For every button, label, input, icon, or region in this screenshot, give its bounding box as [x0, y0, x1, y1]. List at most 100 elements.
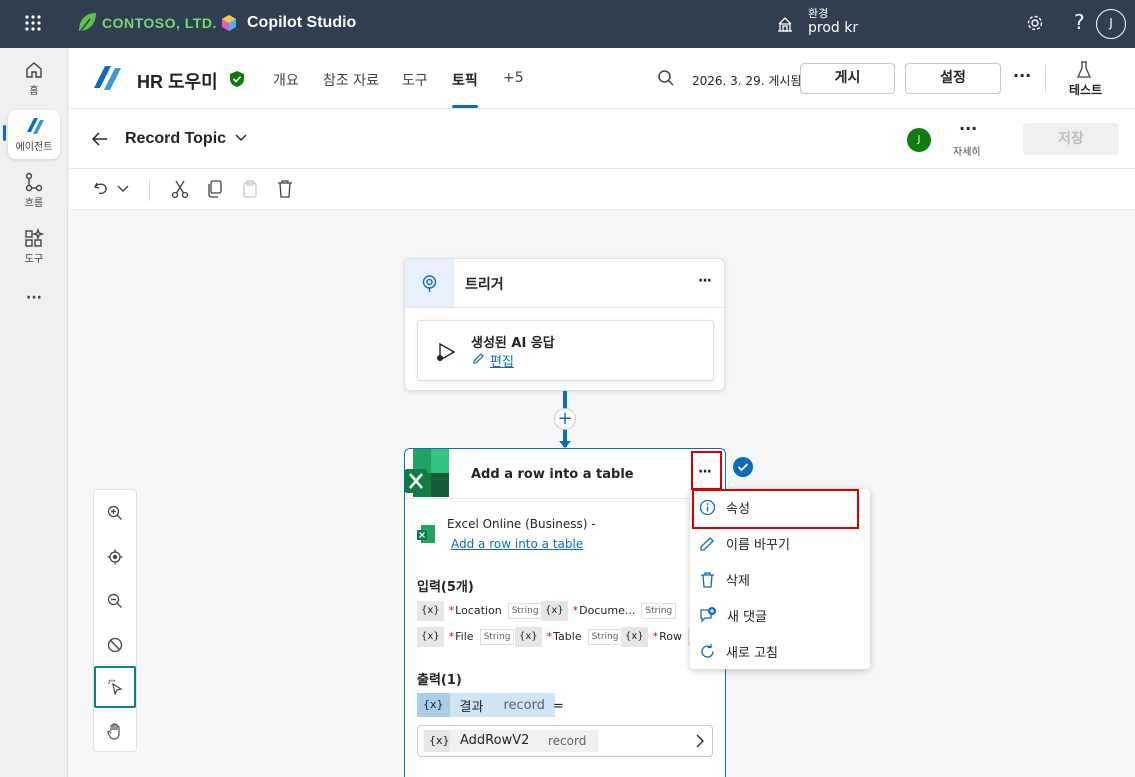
- details-label[interactable]: 자세히: [953, 143, 981, 158]
- minimap-toggle-button[interactable]: [94, 624, 136, 666]
- add-node-icon[interactable]: +: [554, 408, 576, 430]
- input-name: Docume...: [579, 604, 636, 617]
- validated-check-icon: [733, 457, 753, 477]
- output-value-field[interactable]: {x} AddRowV2 record: [417, 725, 713, 757]
- trigger-node[interactable]: 트리거 ··· 생성된 AI 응답 편집: [404, 258, 725, 391]
- copilot-studio-logo-icon: [222, 15, 236, 31]
- undo-icon[interactable]: [93, 179, 109, 197]
- nav-item-agents[interactable]: 에이전트: [8, 110, 60, 159]
- select-cursor-icon: [108, 679, 123, 695]
- select-mode-button[interactable]: [94, 666, 136, 708]
- back-arrow-icon[interactable]: [91, 130, 109, 148]
- header-more-icon[interactable]: ···: [1013, 66, 1031, 85]
- agent-logo-icon: [94, 66, 121, 90]
- menu-label: 삭제: [726, 573, 750, 589]
- tab-more[interactable]: +5: [503, 70, 524, 86]
- pencil-icon: [700, 536, 714, 551]
- agent-name: HR 도우미: [137, 72, 218, 92]
- input-name: Table: [553, 630, 582, 643]
- details-more-icon[interactable]: ···: [959, 119, 977, 138]
- menu-label: 이름 바꾸기: [726, 537, 790, 553]
- value-type: record: [536, 730, 599, 752]
- tools-icon: [25, 228, 44, 247]
- zoom-out-button[interactable]: [94, 580, 136, 622]
- chevron-right-icon[interactable]: [696, 734, 704, 748]
- nav-item-home[interactable]: 홈: [8, 60, 60, 97]
- action-node[interactable]: Add a row into a table ··· Excel Online …: [404, 448, 726, 777]
- trigger-condition-title: 생성된 AI 응답: [471, 336, 555, 351]
- save-button[interactable]: 저장: [1023, 123, 1119, 155]
- published-status: 2026. 3. 29. 게시됨: [692, 74, 802, 88]
- nav-label-flows: 흐름: [24, 198, 44, 209]
- output-name: 결과: [459, 699, 484, 715]
- chevron-down-icon[interactable]: [235, 134, 247, 142]
- input-type: String: [641, 603, 677, 619]
- input-chip-location[interactable]: {x} * Location String: [417, 601, 543, 621]
- nav-more-icon[interactable]: ···: [8, 290, 60, 306]
- nav-item-tools[interactable]: 도구: [8, 228, 60, 265]
- menu-item-delete[interactable]: 삭제: [690, 561, 870, 597]
- pan-mode-button[interactable]: [94, 710, 136, 752]
- menu-item-new-comment[interactable]: 새 댓글: [690, 597, 870, 633]
- cut-icon[interactable]: [171, 179, 189, 199]
- canvas-zoom-controls: [93, 489, 137, 752]
- menu-item-rename[interactable]: 이름 바꾸기: [690, 525, 870, 561]
- variable-icon: {x}: [417, 601, 444, 621]
- app-launcher-icon[interactable]: [24, 14, 42, 32]
- excel-online-icon: [417, 525, 435, 543]
- tab-knowledge[interactable]: 참조 자료: [323, 70, 379, 90]
- action-title: Add a row into a table: [471, 467, 634, 482]
- nav-label-tools: 도구: [24, 254, 44, 265]
- environment-icon[interactable]: [776, 15, 794, 33]
- input-chip-file[interactable]: {x} * File String: [417, 627, 515, 647]
- input-type: String: [587, 629, 623, 645]
- active-tab-indicator: [452, 105, 478, 108]
- connector-name: Excel Online (Business) -: [447, 517, 596, 531]
- comment-add-icon: [700, 606, 716, 623]
- pencil-icon: [473, 353, 484, 364]
- highlight-properties-item: [692, 489, 859, 529]
- chevron-down-icon[interactable]: [117, 185, 129, 193]
- recenter-button[interactable]: [94, 536, 136, 578]
- test-flask-icon[interactable]: [1076, 61, 1092, 79]
- test-label[interactable]: 테스트: [1069, 81, 1102, 98]
- input-chip-document[interactable]: {x} * Docume... String: [541, 601, 677, 621]
- search-icon[interactable]: [657, 69, 675, 87]
- highlight-more-button: [691, 451, 722, 490]
- tab-topics[interactable]: 토픽: [452, 70, 478, 90]
- tab-overview[interactable]: 개요: [273, 70, 299, 90]
- collaborator-avatar[interactable]: J: [907, 128, 931, 152]
- input-name: File: [455, 630, 474, 643]
- environment-value[interactable]: prod kr: [808, 20, 858, 36]
- flow-icon: [25, 172, 43, 192]
- delete-icon[interactable]: [276, 179, 294, 199]
- left-nav: 홈 에이전트 흐름 도구 ···: [0, 48, 68, 777]
- user-avatar[interactable]: J: [1096, 9, 1126, 39]
- header-divider: [1045, 65, 1046, 93]
- paste-icon: [243, 180, 257, 198]
- trigger-condition[interactable]: 생성된 AI 응답 편집: [417, 320, 714, 381]
- connector-action-link[interactable]: Add a row into a table: [451, 537, 583, 551]
- tab-tools[interactable]: 도구: [402, 70, 428, 90]
- output-variable-chip[interactable]: {x} 결과 record: [417, 693, 555, 717]
- menu-item-refresh[interactable]: 새로 고침: [690, 633, 870, 669]
- help-icon[interactable]: ?: [1074, 10, 1085, 34]
- assignment-equals: =: [553, 699, 564, 714]
- recenter-icon: [107, 549, 123, 565]
- topic-title[interactable]: Record Topic: [125, 130, 226, 148]
- trigger-icon-box: [405, 259, 454, 308]
- trigger-more-icon[interactable]: ···: [698, 273, 712, 289]
- settings-gear-icon[interactable]: [1026, 14, 1044, 32]
- publish-button[interactable]: 게시: [800, 63, 895, 94]
- input-name: Row: [659, 630, 683, 643]
- prohibited-icon: [107, 637, 123, 653]
- home-icon: [26, 62, 42, 78]
- brand-name: CONTOSO, LTD.: [102, 15, 217, 31]
- zoom-in-button[interactable]: [94, 492, 136, 534]
- nav-active-indicator: [3, 125, 6, 141]
- input-chip-table[interactable]: {x} * Table String: [515, 627, 623, 647]
- settings-button[interactable]: 설정: [905, 63, 1001, 94]
- trigger-edit-link[interactable]: 편집: [490, 351, 514, 370]
- copy-icon[interactable]: [206, 179, 224, 199]
- nav-item-flows[interactable]: 흐름: [8, 172, 60, 209]
